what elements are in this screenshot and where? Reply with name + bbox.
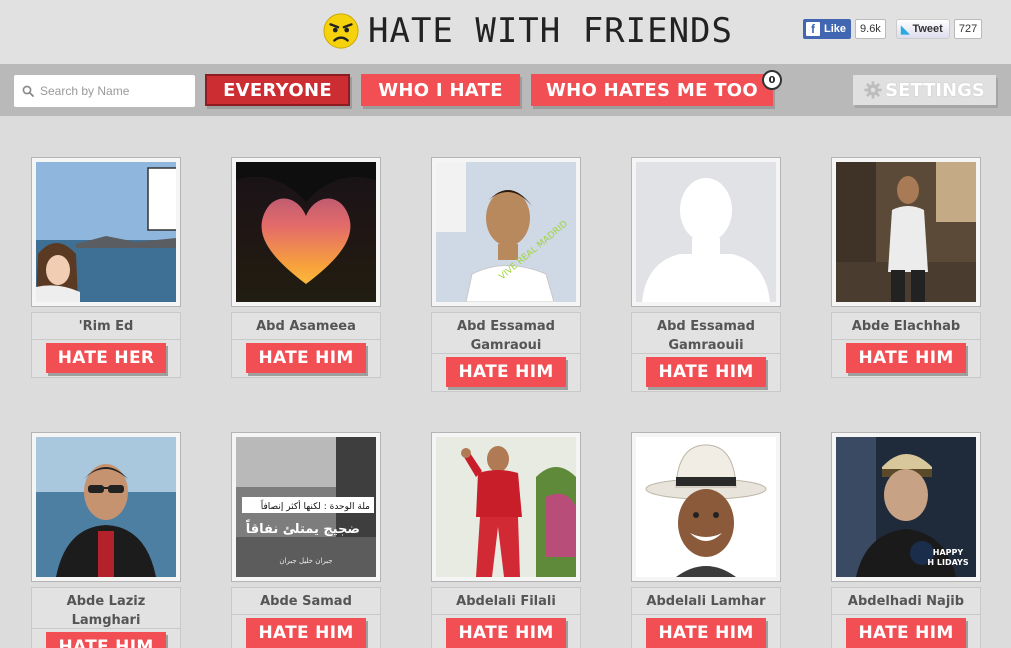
hate-button[interactable]: HATE HIM [246, 343, 366, 373]
photo-overlay-line-1: HAPPY [933, 548, 964, 557]
angry-face-icon [323, 13, 359, 49]
action-bar: HATE HIM [831, 340, 981, 378]
profile-photo-frame: ملة الوحدة : لكنها أكثر إنصافاً ضجيج يمت… [231, 432, 381, 582]
action-bar: HATE HIM [31, 629, 181, 648]
person-name: Abdelali Lamhar [631, 587, 781, 615]
facebook-like-count: 9.6k [855, 19, 886, 39]
person-name: 'Rim Ed [31, 312, 181, 340]
search-input[interactable] [40, 84, 190, 98]
settings-label: SETTINGS [885, 79, 985, 101]
hate-button[interactable]: HATE HIM [646, 618, 766, 648]
person-name: Abdelali Filali [431, 587, 581, 615]
facebook-icon: f [806, 22, 820, 36]
tweet-label: Tweet [912, 23, 943, 35]
profile-photo[interactable] [636, 162, 776, 302]
hate-button[interactable]: HATE HIM [846, 618, 966, 648]
action-bar: HATE HIM [431, 354, 581, 392]
person-name: Abdelhadi Najib [831, 587, 981, 615]
settings-button[interactable]: SETTINGS [853, 75, 996, 105]
profile-photo[interactable]: ملة الوحدة : لكنها أكثر إنصافاً ضجيج يمت… [236, 437, 376, 577]
facebook-like-button[interactable]: f Like [803, 19, 852, 39]
profile-photo-frame [831, 157, 981, 307]
profile-photo-frame [231, 157, 381, 307]
profile-photo[interactable] [636, 437, 776, 577]
twitter-bird-icon: ◣ [901, 23, 910, 36]
hate-button[interactable]: HATE HIM [846, 343, 966, 373]
action-bar: HATE HIM [231, 615, 381, 648]
profile-photo-frame [631, 157, 781, 307]
profile-photo-frame [31, 432, 181, 582]
person-name: Abde Elachhab [831, 312, 981, 340]
facebook-like-widget: f Like 9.6k [803, 19, 886, 39]
header: HATE WITH FRIENDS f Like 9.6k ◣ Tweet 72… [0, 0, 1011, 64]
site-title: HATE WITH FRIENDS [368, 11, 733, 51]
person-name: Abde Laziz Lamghari [31, 587, 181, 629]
action-bar: HATE HIM [831, 615, 981, 648]
profile-photo-frame: HAPPY H LIDAYS [831, 432, 981, 582]
photo-overlay-line-2: H LIDAYS [927, 558, 968, 567]
hate-button[interactable]: HATE HIM [446, 618, 566, 648]
profile-photo[interactable]: VIVE REAL MADRID [436, 162, 576, 302]
tab-who-i-hate[interactable]: WHO I HATE [361, 74, 520, 106]
action-bar: HATE HIM [231, 340, 381, 378]
profile-photo[interactable]: HAPPY H LIDAYS [836, 437, 976, 577]
gear-icon [864, 81, 882, 99]
hate-button[interactable]: HATE HIM [246, 618, 366, 648]
notification-badge: 0 [762, 70, 782, 90]
tweet-button[interactable]: ◣ Tweet [896, 19, 950, 39]
tweet-count: 727 [953, 19, 983, 39]
profile-photo-frame [31, 157, 181, 307]
nav-bar: EVERYONE WHO I HATE WHO HATES ME TOO 0 S… [0, 64, 1011, 116]
tweet-widget: ◣ Tweet 727 [896, 19, 983, 39]
action-bar: HATE HIM [631, 615, 781, 648]
profile-photo[interactable] [36, 162, 176, 302]
facebook-like-label: Like [824, 23, 847, 35]
person-name: Abd Asameea [231, 312, 381, 340]
action-bar: HATE HER [31, 340, 181, 378]
person-name: Abd Essamad Gamraoui [431, 312, 581, 354]
hate-button[interactable]: HATE HIM [46, 632, 166, 648]
search-icon [22, 85, 34, 97]
hate-button[interactable]: HATE HER [46, 343, 166, 373]
hate-button[interactable]: HATE HIM [446, 357, 566, 387]
photo-quote-credit: جبران خليل جبران [279, 557, 332, 565]
tab-who-hates-me-too[interactable]: WHO HATES ME TOO [531, 74, 773, 106]
action-bar: HATE HIM [631, 354, 781, 392]
profile-photo[interactable] [836, 162, 976, 302]
search-box [14, 75, 195, 107]
profile-photo[interactable] [236, 162, 376, 302]
profile-photo[interactable] [436, 437, 576, 577]
person-name: Abde Samad [231, 587, 381, 615]
profile-photo-frame [631, 432, 781, 582]
tab-everyone[interactable]: EVERYONE [205, 74, 350, 106]
profile-photo-frame [431, 432, 581, 582]
profile-photo[interactable] [36, 437, 176, 577]
profile-photo-frame: VIVE REAL MADRID [431, 157, 581, 307]
logo[interactable]: HATE WITH FRIENDS [322, 11, 733, 51]
hate-button[interactable]: HATE HIM [646, 357, 766, 387]
photo-quote-line-2: ضجيج يمتلئ نفاقاً [246, 519, 360, 537]
action-bar: HATE HIM [431, 615, 581, 648]
person-name: Abd Essamad Gamraouii [631, 312, 781, 354]
